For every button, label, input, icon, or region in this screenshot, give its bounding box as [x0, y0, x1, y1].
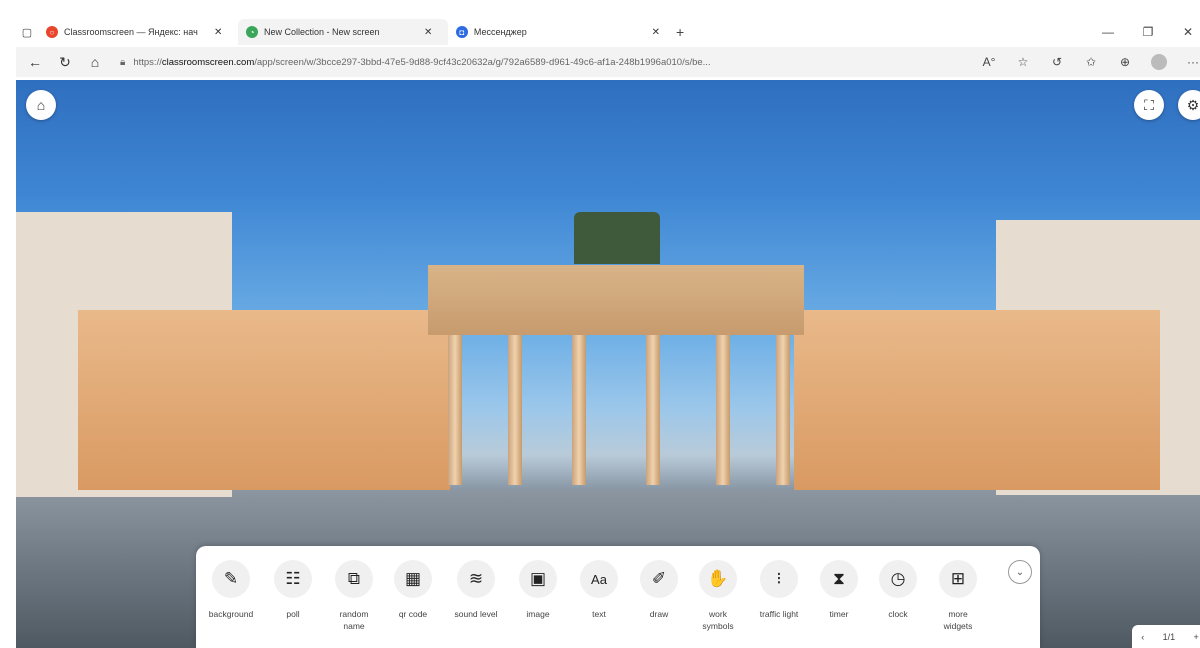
messenger-icon: ◘: [456, 26, 468, 38]
close-window-icon[interactable]: ✕: [1168, 25, 1200, 39]
home-icon[interactable]: ⌂: [82, 50, 108, 74]
widget-label: image: [526, 609, 550, 619]
fullscreen-button[interactable]: ⛶: [1134, 90, 1164, 120]
image-icon: ▣: [519, 560, 557, 598]
widget-sound-level[interactable]: ≋ sound level: [446, 560, 506, 620]
background-icon: ✎: [212, 560, 250, 598]
profile-icon[interactable]: [1144, 54, 1174, 70]
favorite-add-icon[interactable]: ☆: [1008, 55, 1038, 69]
tab-title: New Collection - New screen: [264, 27, 380, 37]
prev-page-button[interactable]: ‹: [1141, 632, 1144, 642]
left-colonnade: [78, 310, 450, 490]
clock-icon: ◷: [879, 560, 917, 598]
extensions-icon[interactable]: ↺: [1042, 55, 1072, 69]
classroom-screen: ⌂ ⛶ ⚙ ✎ background ☷ poll ⧉ random name …: [16, 80, 1200, 648]
widget-timer[interactable]: ⧗ timer: [809, 560, 869, 620]
widget-text[interactable]: Aa text: [569, 560, 629, 620]
widget-background[interactable]: ✎ background: [201, 560, 261, 620]
url-field[interactable]: 🔒︎ https://classroomscreen.com/app/scree…: [112, 51, 970, 73]
tab-yandex[interactable]: ○ Classroomscreen — Яндекс: нач ✕: [38, 19, 238, 45]
close-tab-icon[interactable]: ✕: [214, 27, 222, 38]
window-controls: — ❐ ✕: [1088, 18, 1200, 46]
widget-random-name[interactable]: ⧉ random name: [324, 560, 384, 632]
collections-icon[interactable]: ⊕: [1110, 55, 1140, 69]
widget-clock[interactable]: ◷ clock: [868, 560, 928, 620]
collapse-toolbar-button[interactable]: ⌄: [1008, 560, 1032, 584]
work-symbols-icon: ✋: [699, 560, 737, 598]
widget-poll[interactable]: ☷ poll: [263, 560, 323, 620]
widget-label: sound level: [454, 609, 498, 619]
tab-title: Мессенджер: [473, 27, 527, 37]
chevron-down-icon: ⌄: [1015, 566, 1025, 578]
widget-traffic-light[interactable]: ⁝ traffic light: [749, 560, 809, 620]
widget-more-widgets[interactable]: ⊞ more widgets: [928, 560, 988, 632]
tab-messenger[interactable]: ◘ Мессенджер ✕: [448, 19, 668, 45]
widget-qr-code[interactable]: ▦ qr code: [383, 560, 443, 620]
widget-toolbar: ✎ background ☷ poll ⧉ random name ▦ qr c…: [196, 546, 1040, 648]
widget-label: timer: [829, 609, 849, 619]
more-widgets-icon: ⊞: [939, 560, 977, 598]
lock-icon: 🔒︎: [120, 56, 126, 68]
more-menu-icon[interactable]: ···: [1178, 55, 1200, 69]
widget-label: work symbols: [702, 609, 734, 631]
text-icon: Aa: [580, 560, 618, 598]
close-tab-icon[interactable]: ✕: [424, 27, 432, 38]
avatar: [1151, 54, 1167, 70]
sound-level-icon: ≋: [457, 560, 495, 598]
tab-actions-icon[interactable]: ▢: [16, 21, 38, 43]
page-indicator: 1/1: [1162, 631, 1176, 642]
settings-button[interactable]: ⚙: [1178, 90, 1200, 120]
widget-label: text: [592, 609, 606, 619]
widget-label: background: [208, 609, 254, 619]
widget-label: traffic light: [759, 609, 799, 619]
close-tab-icon[interactable]: ✕: [652, 27, 660, 38]
favorites-icon[interactable]: ✩: [1076, 55, 1106, 69]
classroomscreen-icon: ◔: [246, 26, 258, 38]
draw-icon: ✐: [640, 560, 678, 598]
page-switcher: ‹ 1/1 +: [1132, 625, 1200, 648]
gate-column: [448, 335, 462, 485]
right-colonnade: [794, 310, 1160, 490]
widget-label: poll: [286, 609, 300, 619]
read-aloud-icon[interactable]: A°: [974, 55, 1004, 69]
widget-label: random name: [339, 609, 369, 631]
widget-work-symbols[interactable]: ✋ work symbols: [688, 560, 748, 632]
browser-window: ▢ ○ Classroomscreen — Яндекс: нач ✕ ◔ Ne…: [0, 0, 1200, 648]
gate-column: [776, 335, 790, 485]
yandex-icon: ○: [46, 26, 58, 38]
tab-classroomscreen[interactable]: ◔ New Collection - New screen ✕: [238, 19, 448, 45]
tab-bar: ▢ ○ Classroomscreen — Яндекс: нач ✕ ◔ Ne…: [16, 18, 1200, 46]
widget-draw[interactable]: ✐ draw: [629, 560, 689, 620]
gate-column: [646, 335, 660, 485]
poll-icon: ☷: [274, 560, 312, 598]
widget-image[interactable]: ▣ image: [508, 560, 568, 620]
gate-column: [572, 335, 586, 485]
minimize-icon[interactable]: —: [1088, 25, 1128, 39]
back-icon[interactable]: ←: [22, 50, 48, 74]
address-bar: ← ↻ ⌂ 🔒︎ https://classroomscreen.com/app…: [16, 47, 1200, 77]
tab-title: Classroomscreen — Яндекс: нач: [64, 27, 198, 37]
timer-icon: ⧗: [820, 560, 858, 598]
new-tab-button[interactable]: +: [676, 24, 684, 40]
traffic-light-icon: ⁝: [760, 560, 798, 598]
url-text: https://classroomscreen.com/app/screen/w…: [133, 56, 711, 68]
home-button[interactable]: ⌂: [26, 90, 56, 120]
widget-label: clock: [888, 609, 908, 619]
gate-column: [716, 335, 730, 485]
widget-label: draw: [649, 609, 669, 619]
refresh-icon[interactable]: ↻: [52, 50, 78, 74]
widget-label: qr code: [398, 609, 428, 619]
gate-attic: [428, 265, 804, 335]
add-page-button[interactable]: +: [1194, 632, 1199, 642]
qr-code-icon: ▦: [394, 560, 432, 598]
quadriga: [574, 212, 660, 264]
random-name-icon: ⧉: [335, 560, 373, 598]
widget-label: more widgets: [943, 609, 973, 631]
restore-icon[interactable]: ❐: [1128, 25, 1168, 39]
gate-column: [508, 335, 522, 485]
